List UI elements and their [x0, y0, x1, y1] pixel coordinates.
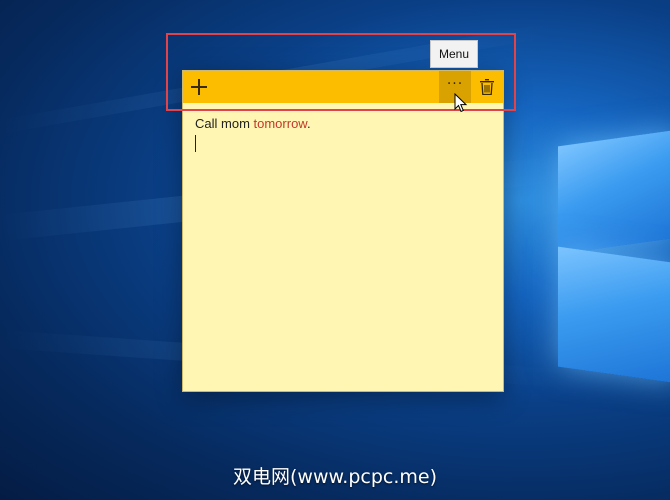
- windows-logo-pane: [558, 246, 670, 384]
- sticky-note-window[interactable]: ··· Call mom tomorrow.: [182, 70, 504, 392]
- note-text-link[interactable]: tomorrow: [254, 116, 307, 131]
- text-caret: [195, 135, 196, 152]
- mouse-cursor-icon: [454, 93, 468, 113]
- watermark: 双电网(www.pcpc.me): [233, 466, 437, 488]
- windows-logo-pane: [558, 129, 670, 255]
- note-text-end: .: [306, 116, 311, 131]
- note-text-plain: Call mom: [195, 116, 254, 131]
- note-text[interactable]: Call mom tomorrow.: [195, 116, 311, 131]
- desktop-background: ··· Call mom tomorrow. Menu 双电网(www.pcpc…: [0, 0, 670, 500]
